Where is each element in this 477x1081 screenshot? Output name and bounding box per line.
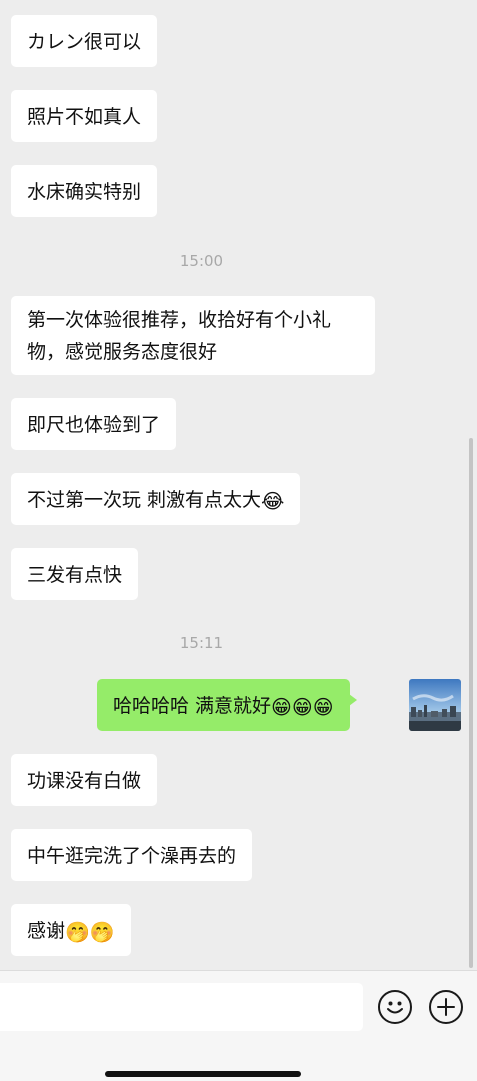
message-text: 不过第一次玩 刺激有点太大: [27, 489, 262, 511]
message-text: 水床确实特别: [27, 181, 142, 203]
message-text: 照片不如真人: [27, 106, 142, 128]
smiley-face-icon[interactable]: [378, 990, 412, 1024]
sent-message-bubble[interactable]: 哈哈哈哈 满意就好😁😁😁: [97, 679, 357, 731]
smiley-face-glyph: [387, 1001, 403, 1014]
message-text: 三发有点快: [27, 564, 123, 586]
message-bubble[interactable]: 三发有点快: [11, 548, 139, 600]
grinning-emoji-icon: 😁😁😁: [271, 695, 334, 719]
message-bubble[interactable]: 水床确实特别: [11, 165, 158, 217]
message-bubble[interactable]: 功课没有白做: [11, 754, 158, 806]
message-text: 第一次体验很推荐，收拾好有个小礼物，感觉服务态度很好: [27, 309, 332, 363]
timestamp: 15:11: [179, 634, 224, 652]
message-bubble[interactable]: 中午逛完洗了个澡再去的: [11, 829, 253, 881]
message-bubble[interactable]: 即尺也体验到了: [11, 398, 177, 450]
message-text: 中午逛完洗了个澡再去的: [27, 845, 237, 867]
scrollbar[interactable]: [469, 438, 473, 968]
plus-glyph: [437, 998, 455, 1016]
message-text: 感谢: [27, 920, 66, 942]
home-indicator[interactable]: [105, 1071, 301, 1077]
avatar[interactable]: [409, 679, 461, 731]
laughing-tears-emoji-icon: 😂: [261, 489, 285, 513]
message-input[interactable]: [0, 983, 363, 1031]
message-bubble[interactable]: 照片不如真人: [11, 90, 158, 142]
hand-over-mouth-emoji-icon: 🤭🤭: [65, 920, 115, 944]
message-bubble[interactable]: 感谢🤭🤭: [11, 904, 131, 956]
timestamp: 15:00: [179, 252, 224, 270]
message-bubble[interactable]: カレン很可以: [11, 15, 158, 67]
message-bubble[interactable]: 不过第一次玩 刺激有点太大😂: [11, 473, 301, 525]
message-text: カレン很可以: [27, 31, 142, 53]
message-text: 哈哈哈哈 满意就好: [113, 695, 272, 717]
message-bubble[interactable]: 第一次体验很推荐，收拾好有个小礼物，感觉服务态度很好: [11, 296, 375, 375]
message-text: 即尺也体验到了: [27, 414, 161, 436]
message-text: 功课没有白做: [27, 770, 142, 792]
plus-icon[interactable]: [429, 990, 463, 1024]
input-bar: [0, 970, 477, 1081]
avatar-image: [409, 679, 461, 731]
